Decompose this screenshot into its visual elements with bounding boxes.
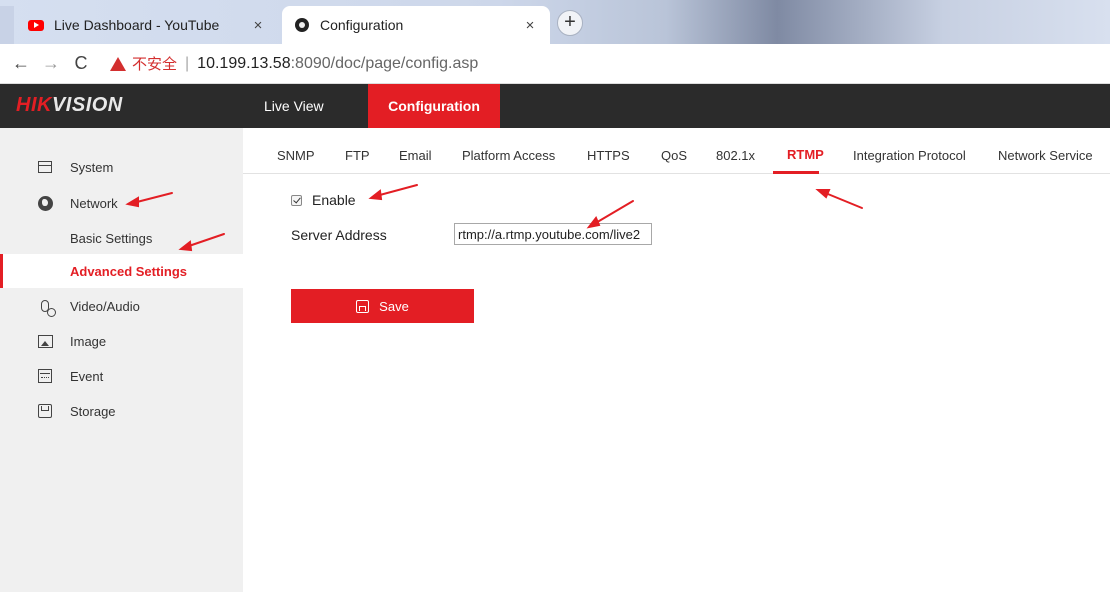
event-calendar-icon (36, 367, 54, 385)
url-path: :8090/doc/page/config.asp (290, 54, 479, 72)
tab-qos[interactable]: QoS (661, 148, 687, 163)
warning-triangle-icon (110, 56, 126, 71)
browser-tab-youtube[interactable]: Live Dashboard - YouTube × (16, 6, 278, 44)
sidebar-item-image[interactable]: Image (0, 324, 243, 358)
active-tab-underline (773, 171, 819, 174)
tab-802-1x[interactable]: 802.1x (716, 148, 755, 163)
forward-arrow-icon[interactable]: → (36, 53, 66, 74)
image-icon (36, 332, 54, 350)
new-tab-button[interactable]: + (557, 10, 583, 36)
arrow-enable-head (368, 189, 383, 201)
save-button[interactable]: Save (291, 289, 474, 323)
tab-ftp[interactable]: FTP (345, 148, 370, 163)
sidebar-item-video-audio[interactable]: Video/Audio (0, 289, 243, 323)
sidebar-subitem-advanced-settings[interactable]: Advanced Settings (0, 254, 243, 288)
url-host: 10.199.13.58 (197, 54, 291, 72)
tab-network-service[interactable]: Network Service (998, 148, 1093, 163)
back-arrow-icon[interactable]: ← (6, 53, 36, 74)
save-label: Save (379, 298, 409, 314)
enable-label: Enable (312, 192, 356, 208)
browser-tab-title: Configuration (320, 17, 404, 33)
close-icon[interactable]: × (522, 17, 538, 34)
address-bar: ← → C 不安全 | 10.199.13.58:8090/doc/page/c… (0, 44, 1110, 84)
video-audio-icon (36, 297, 56, 317)
tab-integration-protocol[interactable]: Integration Protocol (853, 148, 966, 163)
sidebar-item-label: Image (70, 333, 107, 349)
tab-strip-edge (0, 6, 14, 44)
network-subtabs: SNMP FTP Email Platform Access HTTPS QoS… (243, 128, 1110, 174)
tab-rtmp[interactable]: RTMP (787, 147, 824, 162)
url-separator: | (185, 54, 190, 72)
sidebar-subitem-basic-settings[interactable]: Basic Settings (0, 221, 243, 255)
save-floppy-icon (356, 299, 370, 313)
sidebar-item-storage[interactable]: Storage (0, 394, 243, 428)
tab-snmp[interactable]: SNMP (277, 148, 315, 163)
arrow-rtmp-head (815, 189, 831, 199)
security-label: 不安全 (132, 56, 178, 73)
enable-row: Enable (291, 192, 356, 208)
network-globe-icon (36, 194, 54, 212)
storage-disk-icon (36, 402, 54, 420)
nav-live-view[interactable]: Live View (264, 84, 324, 128)
security-warning[interactable]: 不安全 (110, 53, 177, 74)
arrow-server-address (593, 200, 634, 225)
enable-checkbox[interactable] (291, 194, 302, 206)
youtube-icon (28, 17, 44, 33)
sidebar-item-label: Storage (70, 403, 116, 419)
browser-tab-title: Live Dashboard - YouTube (54, 17, 220, 33)
sidebar-item-label: Video/Audio (70, 298, 140, 314)
reload-icon[interactable]: C (66, 53, 96, 74)
system-icon (36, 158, 54, 176)
sidebar-item-label: Network (70, 195, 118, 211)
hikvision-logo: HIKVISION (16, 94, 123, 117)
sidebar: System Network Basic Settings Advanced S… (0, 128, 243, 592)
close-icon[interactable]: × (250, 17, 266, 34)
browser-tab-configuration[interactable]: Configuration × (282, 6, 550, 44)
logo-white-part: VISION (51, 94, 123, 116)
server-address-input[interactable] (454, 223, 652, 245)
logo-red-part: HIK (16, 94, 52, 116)
sidebar-item-network[interactable]: Network (0, 186, 243, 220)
sidebar-item-system[interactable]: System (0, 150, 243, 184)
tab-email[interactable]: Email (399, 148, 432, 163)
server-address-label: Server Address (291, 227, 387, 243)
nav-configuration[interactable]: Configuration (368, 84, 500, 128)
browser-tab-strip: Live Dashboard - YouTube × Configuration… (0, 0, 1110, 44)
tab-https[interactable]: HTTPS (587, 148, 630, 163)
url-text[interactable]: 10.199.13.58:8090/doc/page/config.asp (197, 55, 478, 73)
camera-icon (294, 17, 310, 33)
sidebar-item-event[interactable]: Event (0, 359, 243, 393)
tab-platform-access[interactable]: Platform Access (462, 148, 555, 163)
app-header: HIKVISION Live View Configuration (0, 84, 1110, 128)
arrow-enable (375, 184, 418, 197)
arrow-rtmp (822, 191, 863, 209)
sidebar-item-label: Event (70, 368, 104, 384)
sidebar-item-label: System (70, 159, 114, 175)
